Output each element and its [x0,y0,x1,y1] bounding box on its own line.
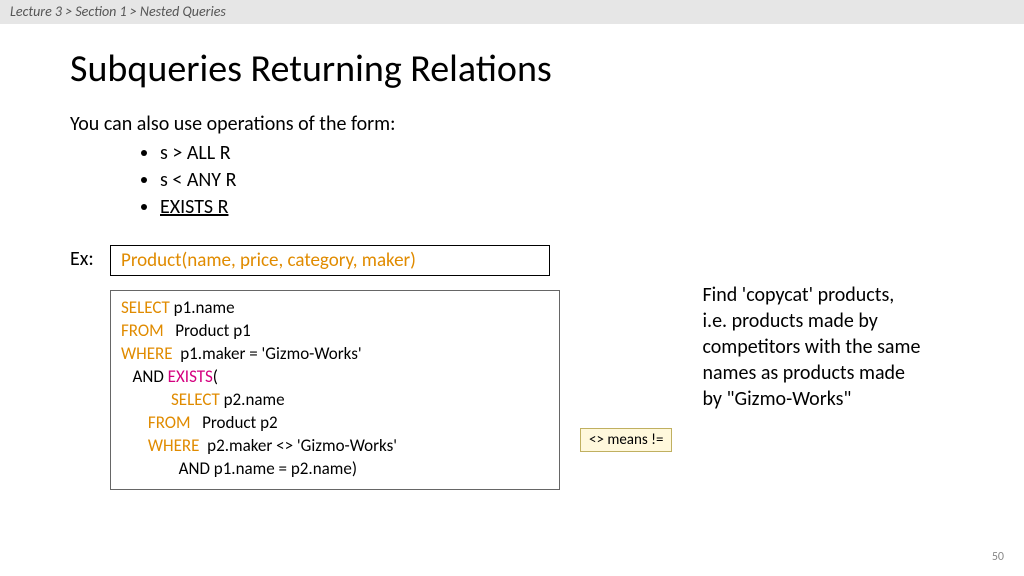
slide-content: Subqueries Returning Relations You can a… [0,24,1024,490]
code-text: AND [121,366,168,387]
op-item-exists: EXISTS R [160,194,954,221]
code-text: Product p2 [191,412,278,433]
schema-box: Product(name, price, category, maker) [110,245,550,276]
slide-title: Subqueries Returning Relations [70,46,954,92]
code-text: ( [213,366,218,387]
kw-select: SELECT [121,297,170,318]
code-text [121,389,171,410]
sql-code-box: SELECT p1.name FROM Product p1 WHERE p1.… [110,290,560,490]
code-text: p1.name [170,297,235,318]
kw-from: FROM [121,320,164,341]
page-number: 50 [992,550,1004,564]
breadcrumb: Lecture 3 > Section 1 > Nested Queries [0,0,1024,24]
code-text: AND p1.name = p2.name) [121,458,357,479]
kw-exists: EXISTS [168,366,213,387]
explanation-text: Find 'copycat' products, i.e. products m… [702,282,922,412]
code-text [121,435,148,456]
callout-note: <> means != [580,428,672,452]
example-row: Ex: Product(name, price, category, maker… [70,245,954,276]
kw-where: WHERE [121,343,173,364]
kw-where: WHERE [148,435,200,456]
operations-list: s > ALL R s < ANY R EXISTS R [160,140,954,221]
code-text [121,412,148,433]
op-item: s > ALL R [160,140,954,167]
kw-select: SELECT [171,389,220,410]
lower-row: SELECT p1.name FROM Product p1 WHERE p1.… [70,290,954,490]
kw-from: FROM [148,412,191,433]
code-text: p2.name [220,389,285,410]
code-text: p1.maker = 'Gizmo-Works' [173,343,362,364]
intro-text: You can also use operations of the form: [70,112,954,136]
example-label: Ex: [70,245,110,271]
op-item: s < ANY R [160,167,954,194]
code-text: Product p1 [164,320,251,341]
code-text: p2.maker <> 'Gizmo-Works' [199,435,397,456]
